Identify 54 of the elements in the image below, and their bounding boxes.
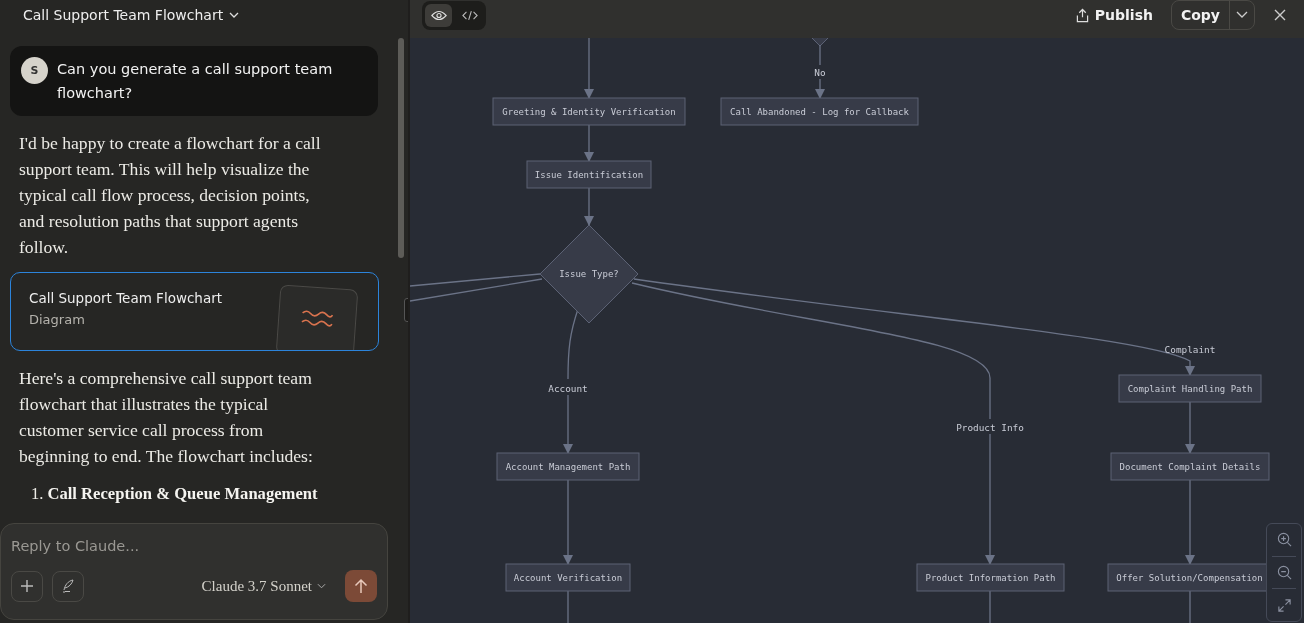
user-avatar: S <box>21 57 48 84</box>
eye-icon <box>430 9 447 21</box>
connector-line <box>989 590 991 623</box>
connector-arrow <box>814 78 826 100</box>
arrow-up-icon <box>354 578 368 594</box>
quill-icon <box>60 578 76 594</box>
process-node: Document Complaint Details <box>1110 452 1270 481</box>
close-icon <box>1274 8 1286 21</box>
scrollbar-thumb[interactable] <box>398 38 404 258</box>
connector-line <box>1189 590 1191 623</box>
add-button[interactable] <box>11 570 43 602</box>
process-node: Call Abandoned - Log for Callback <box>720 97 919 126</box>
chat-title[interactable]: Call Support Team Flowchart <box>23 7 224 23</box>
connector-line <box>567 590 569 623</box>
publish-button[interactable]: Publish <box>1075 7 1153 23</box>
decision-node: Issue Type? <box>539 224 639 324</box>
connector-arrow <box>562 394 574 455</box>
chevron-down-icon <box>317 583 326 589</box>
process-node: Greeting & Identity Verification <box>492 97 686 126</box>
chevron-down-icon <box>1236 11 1248 18</box>
model-selector[interactable]: Claude 3.7 Sonnet <box>201 577 326 595</box>
connector-arrow <box>583 124 595 163</box>
list-heading: Call Reception & Queue Management <box>47 483 318 505</box>
reply-paragraph: Here's a comprehensive call support team flowchart that illustrates the typical customer service call process from beginning to end. The flowchart includes: <box>19 367 314 468</box>
artifact-type: Diagram <box>29 312 86 327</box>
expand-icon <box>1276 597 1292 613</box>
process-node: Issue Identification <box>526 160 652 189</box>
list-number: 1. <box>31 483 44 505</box>
connector-line <box>819 44 821 66</box>
zoom-out-icon <box>1276 565 1292 580</box>
send-button[interactable] <box>345 570 377 602</box>
edge-label: Account <box>548 383 588 394</box>
process-node: Account Verification <box>505 563 631 592</box>
style-button[interactable] <box>52 570 84 602</box>
reply-field[interactable]: Reply to Claude... <box>11 536 377 556</box>
artifact-card[interactable]: Call Support Team Flowchart Diagram <box>10 272 379 351</box>
process-node: Product Information Path <box>916 563 1065 592</box>
code-icon <box>461 9 478 21</box>
share-icon <box>1075 7 1089 23</box>
caret-icon[interactable] <box>229 12 240 18</box>
process-node: Account Management Path <box>496 452 640 481</box>
message-text: Can you generate a call support team flowchart? <box>57 60 334 103</box>
zoom-in-icon <box>1276 532 1292 548</box>
connector-arrow <box>583 187 595 227</box>
process-node: Complaint Handling Path <box>1118 374 1262 403</box>
artifact-title: Call Support Team Flowchart <box>29 290 223 306</box>
reply-paragraph: I'd be happy to create a flowchart for a call support team. This will help visualize the typical call flow process, decision points, and resolution paths that support agents follow. <box>19 132 322 259</box>
edge-label: No <box>814 67 826 78</box>
connector-arrow <box>583 38 595 100</box>
plus-icon <box>20 579 34 593</box>
connector-arrow <box>1184 401 1196 455</box>
edge-label: Product Info <box>956 422 1024 433</box>
preview-tab[interactable] <box>425 3 452 27</box>
edge-label: Complaint <box>1164 344 1216 355</box>
